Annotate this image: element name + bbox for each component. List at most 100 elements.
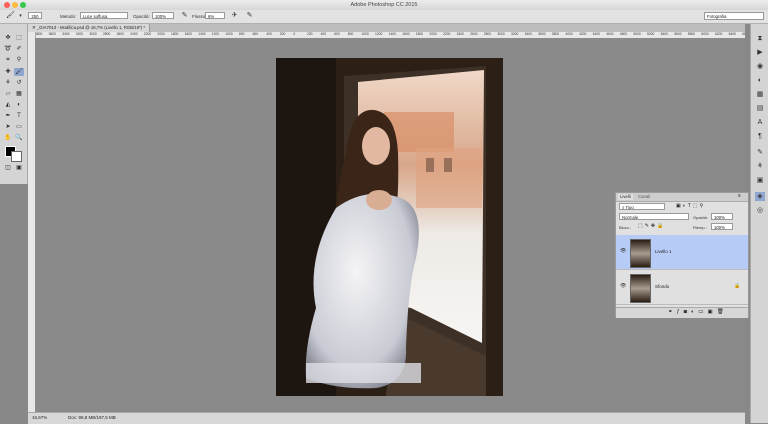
hand-tool-icon[interactable]: ✋ xyxy=(3,134,13,142)
lock-icon: 🔒 xyxy=(734,283,741,289)
ruler-tick-label: 3800 xyxy=(551,32,560,36)
pressure-size-icon[interactable]: ✎ xyxy=(245,12,254,20)
zoom-tool-icon[interactable]: 🔍 xyxy=(14,134,24,142)
ruler-tick-label: 3200 xyxy=(75,32,84,36)
move-tool-icon[interactable]: ✥ xyxy=(3,34,13,42)
ruler-tick-label: 0 xyxy=(293,32,296,36)
preset-dropdown-icon[interactable]: ▾ xyxy=(16,12,25,20)
history-panel-icon[interactable]: ⧗ xyxy=(755,34,765,43)
ruler-tick-label: 5800 xyxy=(687,32,696,36)
layer-name: Livello 1 xyxy=(655,249,672,254)
opacity-field[interactable]: 100% xyxy=(152,12,174,19)
ruler-tick-label: 600 xyxy=(334,32,340,36)
brush-tool-active-icon[interactable]: 🖌 xyxy=(14,68,24,76)
clone-stamp-tool-icon[interactable]: ⚘ xyxy=(3,79,13,87)
panel-dock: ⧗ ▶ ◉ ◐ ▦ ▤ A ¶ ✎ ⚘ ▣ ◈ ◎ xyxy=(750,24,768,423)
visibility-eye-icon[interactable]: 👁 xyxy=(620,248,626,254)
ruler-tick-label: 1000 xyxy=(361,32,369,36)
filter-icons[interactable]: ▣◐T⬚⚲ xyxy=(676,203,705,209)
layer-name: Sfondo xyxy=(655,284,670,289)
ruler-tick-label: 3600 xyxy=(538,32,546,36)
ruler-tick-label: 2800 xyxy=(483,32,492,36)
ruler-tick-label: 2000 xyxy=(429,32,437,36)
fill-field[interactable]: 100% xyxy=(711,223,733,230)
quick-select-tool-icon[interactable]: ✐ xyxy=(14,45,24,53)
ruler-tick-label: 3800 xyxy=(35,32,43,36)
lock-icons[interactable]: ⬚✎✥🔒 xyxy=(638,223,665,229)
marquee-tool-icon[interactable]: ⬚ xyxy=(14,34,24,42)
screen-mode-icon[interactable]: ▣ xyxy=(14,164,24,172)
layer-filter-select[interactable]: ⌕ Tipo xyxy=(619,203,665,210)
fill-label: Riemp.: xyxy=(693,225,707,230)
clone-source-icon[interactable]: ⚘ xyxy=(755,162,765,171)
blur-tool-icon[interactable]: ◭ xyxy=(3,101,13,109)
ruler-tick-label: 4400 xyxy=(592,32,600,36)
layers-opacity-field[interactable]: 100% xyxy=(711,213,733,220)
layer-thumbnail xyxy=(630,274,651,303)
brush-presets-icon[interactable]: ✎ xyxy=(755,148,765,157)
ruler-tick-label: 2200 xyxy=(143,32,152,36)
document-tab-label: _GIA7013 - Modifica.psd @ 16,7% (Livello… xyxy=(36,25,146,30)
dodge-tool-icon[interactable]: ◐ xyxy=(14,101,24,109)
document-tab[interactable]: ✕ _GIA7013 - Modifica.psd @ 16,7% (Livel… xyxy=(28,24,151,32)
ruler-tick-label: 4600 xyxy=(606,32,614,36)
ruler-tick-label: 2400 xyxy=(456,32,464,36)
crop-tool-icon[interactable]: ⌗ xyxy=(3,56,13,64)
gradient-tool-icon[interactable]: ▦ xyxy=(14,90,24,98)
ruler-tick-label: 6400 xyxy=(728,32,736,36)
ruler-tick-label: 1800 xyxy=(171,32,179,36)
pen-tool-icon[interactable]: ✒ xyxy=(3,112,13,120)
zoom-level[interactable]: 16,67% xyxy=(32,415,47,420)
actions-panel-icon[interactable]: ▶ xyxy=(755,48,765,57)
workspace-select[interactable]: Fotografia xyxy=(704,12,764,20)
ruler-tick-label: 2600 xyxy=(470,32,478,36)
channels-panel-icon[interactable]: ◎ xyxy=(755,206,765,215)
blend-mode-select[interactable]: Normale xyxy=(619,213,689,220)
color-panel-icon[interactable]: ◉ xyxy=(755,62,765,71)
shape-tool-icon[interactable]: ▭ xyxy=(14,123,24,131)
type-tool-icon[interactable]: T xyxy=(14,112,24,120)
ruler-tick-label: 800 xyxy=(347,32,354,36)
pressure-opacity-icon[interactable]: ✎ xyxy=(180,12,189,20)
ruler-tick-label: 4800 xyxy=(619,32,628,36)
paragraph-panel-icon[interactable]: ¶ xyxy=(755,132,765,141)
ruler-tick-label: 2000 xyxy=(157,32,165,36)
brush-tool-icon[interactable]: 🖌 xyxy=(6,12,15,20)
healing-brush-tool-icon[interactable]: ✚ xyxy=(3,68,13,76)
character-panel-icon[interactable]: A xyxy=(755,118,765,127)
photo-image xyxy=(276,58,503,396)
history-brush-tool-icon[interactable]: ↺ xyxy=(14,79,24,87)
method-select[interactable]: Luce soffusa xyxy=(80,12,128,19)
eyedropper-tool-icon[interactable]: ⚲ xyxy=(14,56,24,64)
ruler-tick-label: 800 xyxy=(239,32,245,36)
brush-size-field[interactable]: 250 xyxy=(28,12,42,19)
quick-mask-icon[interactable]: ◫ xyxy=(3,164,13,172)
layers-panel-icon[interactable]: ◈ xyxy=(755,192,765,201)
libraries-panel-icon[interactable]: ▤ xyxy=(755,104,765,113)
background-color-swatch[interactable] xyxy=(11,151,22,162)
ruler-tick-label: 400 xyxy=(320,32,327,36)
airbrush-icon[interactable]: ✈ xyxy=(230,12,239,20)
doc-size-info[interactable]: Doc: 98,8 MB/197,5 MB xyxy=(68,415,116,420)
layers-opacity-label: Opacità: xyxy=(693,215,708,220)
visibility-eye-icon[interactable]: 👁 xyxy=(620,283,626,289)
adjustments-panel-icon[interactable]: ◐ xyxy=(755,76,765,85)
properties-panel-icon[interactable]: ▣ xyxy=(755,176,765,185)
ruler-tick-label: 1200 xyxy=(375,32,383,36)
layer-footer-icons[interactable]: ⚭ƒ◙◐▭▣🗑 xyxy=(668,309,728,315)
ruler-tick-label: 3200 xyxy=(511,32,519,36)
tab-channels[interactable]: Canali xyxy=(636,194,652,200)
ruler-tick-label: 1800 xyxy=(415,32,424,36)
lasso-tool-icon[interactable]: ➰ xyxy=(3,45,13,53)
ruler-tick-label: 3400 xyxy=(524,32,532,36)
ruler-tick-label: 1000 xyxy=(225,32,233,36)
panel-menu-icon[interactable]: ≡ xyxy=(738,193,741,199)
eraser-tool-icon[interactable]: ▱ xyxy=(3,90,13,98)
layer-row-sfondo[interactable]: 👁 Sfondo 🔒 xyxy=(616,270,748,305)
layer-row-livello-1[interactable]: 👁 Livello 1 xyxy=(616,235,748,270)
path-select-tool-icon[interactable]: ➤ xyxy=(3,123,13,131)
tab-layers[interactable]: Livelli xyxy=(618,194,633,200)
flow-field[interactable]: 6% xyxy=(205,12,225,19)
photo-canvas[interactable] xyxy=(276,58,503,396)
swatches-panel-icon[interactable]: ▦ xyxy=(755,90,765,99)
